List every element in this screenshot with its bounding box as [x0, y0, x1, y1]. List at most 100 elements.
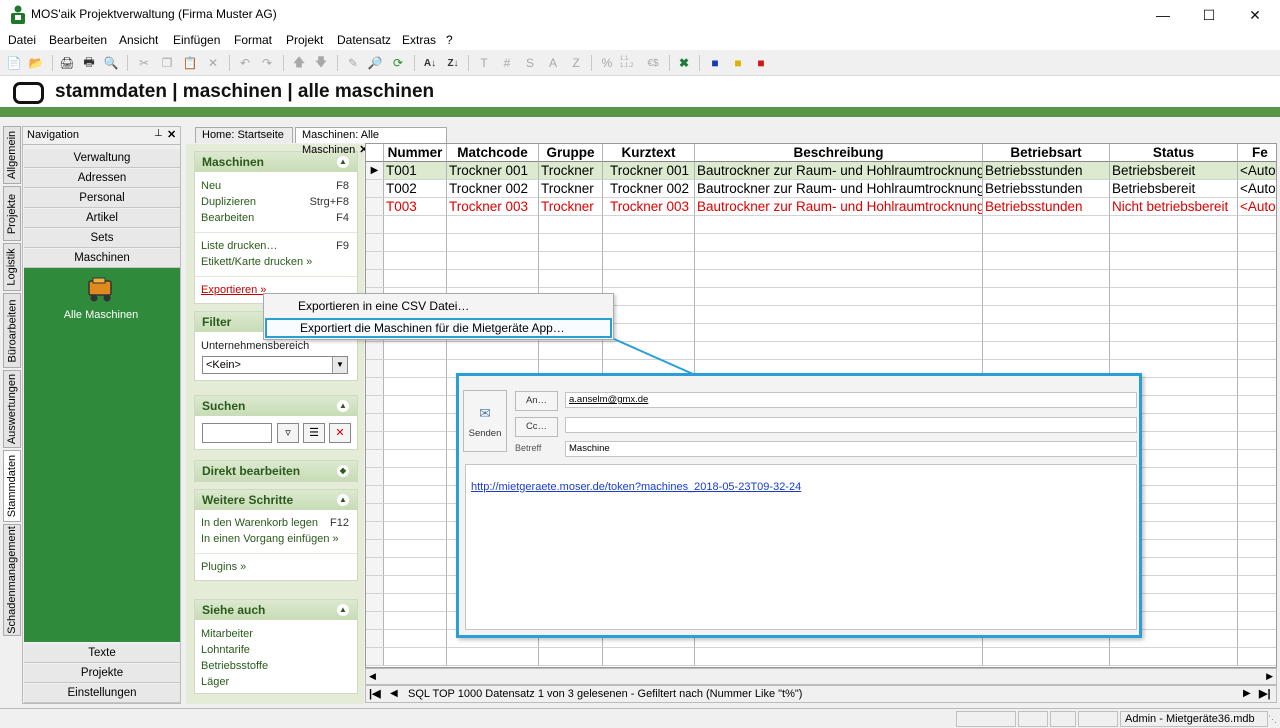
table-cell[interactable]	[983, 324, 1110, 342]
link-laeger[interactable]: Läger	[201, 676, 229, 688]
maximize-button[interactable]: ☐	[1186, 0, 1232, 30]
table-cell[interactable]: Bautrockner zur Raum- und Hohlraumtrockn…	[695, 180, 983, 198]
pin-icon[interactable]: ⊥	[154, 128, 163, 139]
user-yellow-icon[interactable]: ■	[729, 54, 747, 72]
column-header-gruppe[interactable]: Gruppe	[539, 144, 603, 162]
link-mitarbeiter[interactable]: Mitarbeiter	[201, 628, 253, 640]
row-indicator[interactable]	[366, 342, 384, 360]
table-cell[interactable]	[695, 234, 983, 252]
user-blue-icon[interactable]: ■	[706, 54, 724, 72]
machine-icon[interactable]	[86, 277, 116, 303]
row-indicator[interactable]	[366, 558, 384, 576]
column-header-fe[interactable]: Fe	[1238, 144, 1276, 162]
table-cell[interactable]	[603, 648, 695, 666]
table-cell[interactable]	[603, 288, 695, 306]
table-cell[interactable]	[1110, 648, 1238, 666]
vtab-logistik[interactable]: Logistik	[3, 243, 21, 291]
link-betriebsstoffe[interactable]: Betriebsstoffe	[201, 660, 268, 672]
table-cell[interactable]	[384, 630, 447, 648]
send-button[interactable]: ✉ Senden	[463, 390, 507, 452]
table-cell[interactable]	[603, 234, 695, 252]
empty-table-row[interactable]	[366, 252, 1276, 270]
table-cell[interactable]	[1238, 594, 1276, 612]
table-cell[interactable]	[1238, 450, 1276, 468]
zero-icon[interactable]: Z	[567, 54, 585, 72]
table-cell[interactable]	[384, 504, 447, 522]
table-cell[interactable]	[1110, 270, 1238, 288]
table-cell[interactable]	[539, 252, 603, 270]
action-vorgang[interactable]: In einen Vorgang einfügen »	[201, 533, 339, 545]
table-cell[interactable]	[384, 252, 447, 270]
close-window-button[interactable]: ✕	[1232, 0, 1278, 30]
table-cell[interactable]	[1238, 252, 1276, 270]
table-cell[interactable]: <Auto	[1238, 162, 1276, 180]
table-cell[interactable]	[1238, 540, 1276, 558]
table-cell[interactable]	[603, 270, 695, 288]
group-direkt-header[interactable]: Direkt bearbeiten ◆	[195, 461, 357, 481]
table-cell[interactable]	[695, 270, 983, 288]
table-cell[interactable]	[384, 558, 447, 576]
table-cell[interactable]	[384, 468, 447, 486]
table-cell[interactable]	[1238, 630, 1276, 648]
table-cell[interactable]: Bautrockner zur Raum- und Hohlraumtrockn…	[695, 162, 983, 180]
table-cell[interactable]	[384, 396, 447, 414]
menu-extras[interactable]: Extras	[402, 33, 436, 47]
table-cell[interactable]	[1238, 342, 1276, 360]
table-cell[interactable]	[1238, 306, 1276, 324]
search-icon[interactable]: 🔎	[366, 54, 384, 72]
table-cell[interactable]	[1238, 396, 1276, 414]
row-indicator[interactable]	[366, 648, 384, 666]
table-cell[interactable]	[384, 216, 447, 234]
mail-body[interactable]: http://mietgeraete.moser.de/token?machin…	[465, 464, 1137, 630]
table-cell[interactable]	[695, 306, 983, 324]
empty-table-row[interactable]	[366, 216, 1276, 234]
nav-sets[interactable]: Sets	[24, 229, 180, 248]
table-cell[interactable]	[447, 234, 539, 252]
table-cell[interactable]	[384, 648, 447, 666]
menu-datensatz[interactable]: Datensatz	[337, 33, 391, 47]
column-header-status[interactable]: Status	[1110, 144, 1238, 162]
cc-button[interactable]: Cc…	[515, 417, 558, 437]
table-cell[interactable]	[1238, 324, 1276, 342]
empty-table-row[interactable]	[366, 342, 1276, 360]
action-plugins[interactable]: Plugins »	[201, 561, 246, 573]
copy-icon[interactable]: ❐	[158, 54, 176, 72]
undo-icon[interactable]: ↶	[236, 54, 254, 72]
table-cell[interactable]	[983, 288, 1110, 306]
group-suchen-header[interactable]: Suchen ▲	[195, 396, 357, 416]
table-cell[interactable]	[384, 234, 447, 252]
table-cell[interactable]: Trockner 002	[447, 180, 539, 198]
table-cell[interactable]: <Auto	[1238, 198, 1276, 216]
tab-home[interactable]: Home: Startseite	[195, 127, 293, 143]
subject-field[interactable]: Maschine	[565, 441, 1137, 457]
vtab-bueroarbeiten[interactable]: Büroarbeiten	[3, 293, 21, 368]
empty-table-row[interactable]	[366, 648, 1276, 666]
row-indicator[interactable]	[366, 432, 384, 450]
horizontal-scrollbar[interactable]: ◀ ▶	[365, 668, 1277, 685]
menu-ansicht[interactable]: Ansicht	[119, 33, 158, 47]
row-indicator[interactable]: ▶	[366, 162, 384, 180]
table-cell[interactable]	[384, 540, 447, 558]
table-cell[interactable]	[447, 648, 539, 666]
redo-icon[interactable]: ↷	[258, 54, 276, 72]
nav-einstellungen[interactable]: Einstellungen	[24, 684, 180, 703]
row-indicator[interactable]	[366, 612, 384, 630]
excel-export-icon[interactable]: ✖	[675, 54, 693, 72]
row-indicator[interactable]	[366, 270, 384, 288]
table-cell[interactable]: Trockner 003	[447, 198, 539, 216]
table-cell[interactable]	[384, 612, 447, 630]
column-header-betriebsart[interactable]: Betriebsart	[983, 144, 1110, 162]
user-red-icon[interactable]: ■	[752, 54, 770, 72]
table-cell[interactable]	[983, 234, 1110, 252]
nav-personal[interactable]: Personal	[24, 189, 180, 208]
filter-select[interactable]: <Kein> ▼	[202, 356, 348, 374]
row-indicator[interactable]	[366, 198, 384, 216]
table-cell[interactable]	[384, 522, 447, 540]
sum-icon[interactable]: S	[521, 54, 539, 72]
search-input[interactable]	[202, 423, 272, 443]
table-cell[interactable]	[695, 648, 983, 666]
column-header-nummer[interactable]: Nummer	[384, 144, 447, 162]
table-cell[interactable]: <Auto	[1238, 180, 1276, 198]
empty-table-row[interactable]	[366, 270, 1276, 288]
empty-table-row[interactable]	[366, 234, 1276, 252]
